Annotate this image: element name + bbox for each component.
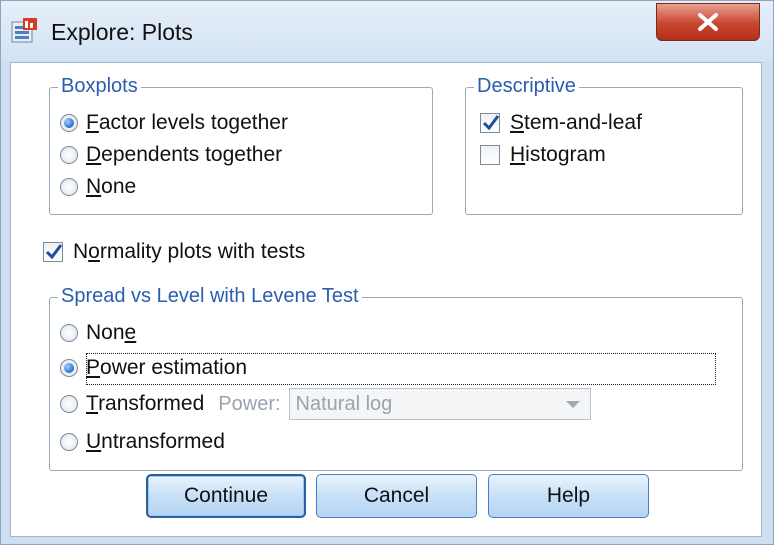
radio-power-estimation[interactable]: Power estimation — [60, 353, 247, 383]
radio-untransformed[interactable]: Untransformed — [60, 427, 225, 457]
option-label: None — [86, 321, 137, 344]
close-icon — [698, 13, 718, 31]
radio-button[interactable] — [60, 324, 78, 342]
boxplots-legend: Boxplots — [58, 74, 141, 98]
window-title: Explore: Plots — [51, 19, 193, 45]
radio-button[interactable] — [60, 395, 78, 413]
option-label: Dependents together — [86, 143, 283, 166]
option-label: Stem-and-leaf — [510, 111, 642, 134]
descriptive-legend: Descriptive — [474, 74, 579, 98]
radio-button[interactable] — [60, 359, 78, 377]
radio-button[interactable] — [60, 114, 78, 132]
checkbox[interactable] — [480, 145, 500, 165]
radio-spread-none[interactable]: None — [60, 318, 136, 348]
spss-app-icon — [11, 18, 37, 43]
spread-legend: Spread vs Level with Levene Test — [58, 284, 362, 308]
option-label: Factor levels together — [86, 111, 288, 134]
boxplots-group: Boxplots Factor levels together Dependen… — [49, 74, 433, 215]
radio-button[interactable] — [60, 146, 78, 164]
continue-button[interactable]: Continue — [146, 474, 306, 518]
dialog-body: Boxplots Factor levels together Dependen… — [10, 62, 762, 537]
radio-transformed[interactable]: Transformed Power: Natural log — [60, 388, 591, 420]
checkbox-stem-and-leaf[interactable]: Stem-and-leaf — [480, 108, 642, 138]
chevron-down-icon — [565, 401, 580, 408]
spread-vs-level-group: Spread vs Level with Levene Test None Po… — [49, 284, 743, 471]
descriptive-group: Descriptive Stem-and-leaf Histogram — [465, 74, 743, 215]
radio-dependents-together[interactable]: Dependents together — [60, 140, 282, 170]
radio-factor-levels-together[interactable]: Factor levels together — [60, 108, 288, 138]
radio-button[interactable] — [60, 433, 78, 451]
checkbox-normality-plots[interactable]: Normality plots with tests — [43, 237, 305, 267]
option-label: Normality plots with tests — [73, 240, 306, 263]
checkmark-icon — [45, 244, 63, 260]
power-label: Power: — [218, 392, 281, 415]
help-button[interactable]: Help — [488, 474, 649, 518]
radio-none[interactable]: None — [60, 172, 136, 202]
power-select-value: Natural log — [295, 392, 393, 415]
radio-button[interactable] — [60, 178, 78, 196]
option-label: Transformed — [86, 392, 205, 415]
option-label: Histogram — [510, 143, 606, 166]
option-label: None — [86, 175, 137, 198]
checkbox[interactable] — [43, 242, 63, 262]
checkbox[interactable] — [480, 113, 500, 133]
power-select[interactable]: Natural log — [288, 388, 591, 420]
checkbox-histogram[interactable]: Histogram — [480, 140, 606, 170]
title-bar[interactable]: Explore: Plots — [1, 1, 773, 61]
option-label: Untransformed — [86, 430, 225, 453]
close-button[interactable] — [656, 3, 760, 41]
checkmark-icon — [482, 115, 500, 131]
option-label: Power estimation — [86, 356, 248, 379]
cancel-button[interactable]: Cancel — [316, 474, 477, 518]
dialog-window: Explore: Plots Boxplots Factor levels to… — [0, 0, 774, 545]
